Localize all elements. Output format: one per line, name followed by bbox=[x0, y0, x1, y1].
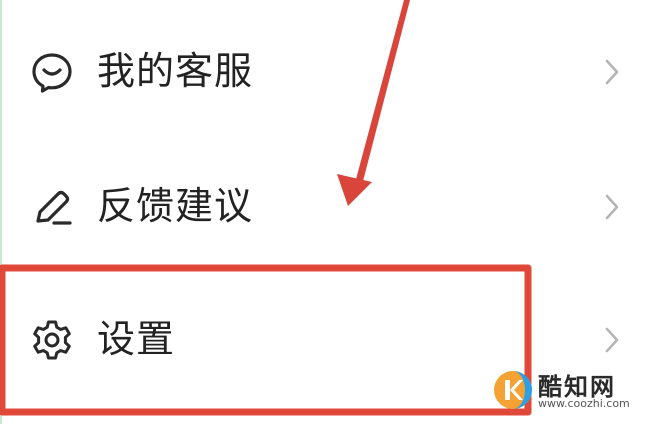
chevron-right-icon bbox=[605, 327, 619, 353]
customer-service-icon bbox=[32, 53, 72, 93]
menu-item-feedback[interactable]: 反馈建议 bbox=[0, 151, 650, 261]
menu-item-label: 设置 bbox=[97, 317, 176, 361]
menu-item-customer-service[interactable]: 我的客服 bbox=[0, 16, 650, 126]
watermark: 酷知网 www.coozhi.com bbox=[492, 367, 642, 415]
coozhi-logo-icon bbox=[494, 371, 532, 409]
gear-icon bbox=[33, 320, 71, 360]
watermark-url: www.coozhi.com bbox=[538, 397, 630, 410]
chevron-right-icon bbox=[605, 194, 619, 220]
pencil-icon bbox=[36, 190, 72, 225]
chevron-right-icon bbox=[605, 59, 619, 85]
menu-item-label: 我的客服 bbox=[97, 49, 254, 93]
menu-item-label: 反馈建议 bbox=[97, 184, 254, 228]
